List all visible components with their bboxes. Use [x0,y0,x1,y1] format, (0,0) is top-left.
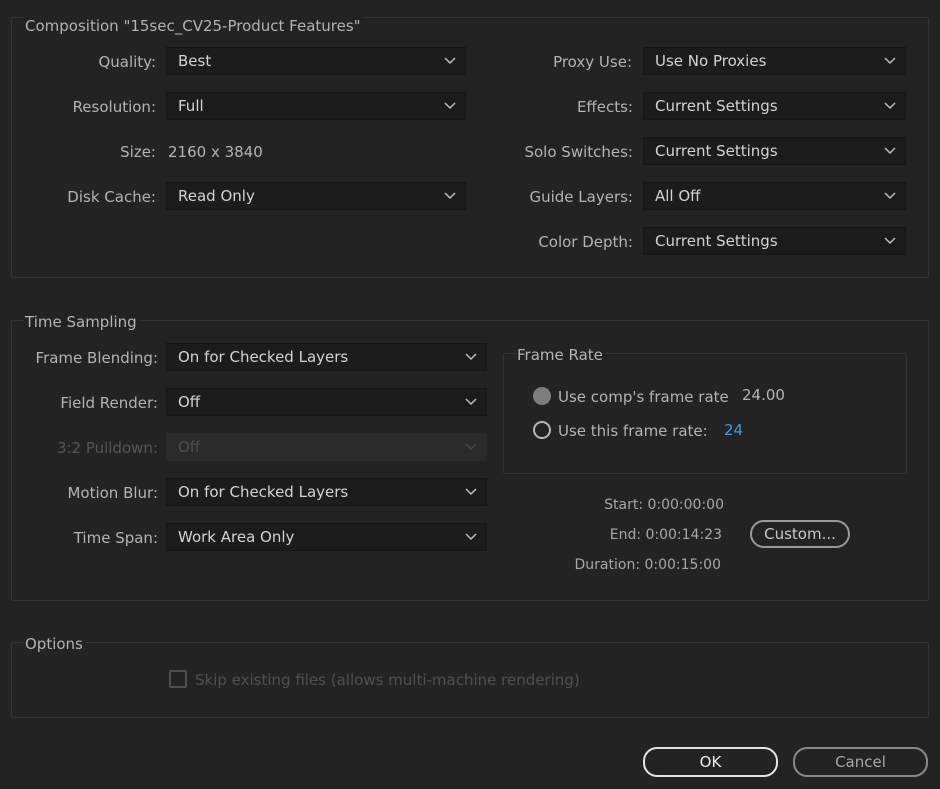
effects-value: Current Settings [655,97,778,115]
options-legend: Options [23,635,85,653]
frame-rate-legend: Frame Rate [515,346,605,364]
chevron-down-icon [444,192,456,200]
composition-legend: Composition "15sec_CV25-Product Features… [23,17,363,35]
size-label: Size: [120,143,156,161]
cancel-button-label: Cancel [835,753,886,771]
chevron-down-icon [465,398,477,406]
chevron-down-icon [884,57,896,65]
custom-button[interactable]: Custom... [750,520,850,548]
skip-existing-checkbox [169,670,187,688]
motion-blur-label: Motion Blur: [67,484,158,502]
frame-blending-label: Frame Blending: [35,349,158,367]
time-span-label: Time Span: [73,529,158,547]
end-time: End: 0:00:14:23 [609,527,722,543]
color-depth-value: Current Settings [655,232,778,250]
proxy-use-label: Proxy Use: [553,53,632,71]
chevron-down-icon [465,533,477,541]
custom-button-label: Custom... [764,525,836,543]
time-sampling-legend: Time Sampling [23,313,139,331]
ok-button-label: OK [699,753,722,771]
solo-switches-dropdown[interactable]: Current Settings [643,137,906,165]
solo-switches-value: Current Settings [655,142,778,160]
use-this-frame-rate-label[interactable]: Use this frame rate: [558,422,708,440]
time-span-dropdown[interactable]: Work Area Only [166,523,487,551]
disk-cache-dropdown[interactable]: Read Only [166,182,466,210]
disk-cache-value: Read Only [178,187,255,205]
chevron-down-icon [444,57,456,65]
use-comp-frame-rate-radio[interactable] [533,387,551,405]
chevron-down-icon [884,102,896,110]
resolution-value: Full [178,97,204,115]
pulldown-label: 3:2 Pulldown: [56,439,158,457]
proxy-use-value: Use No Proxies [655,52,767,70]
quality-label: Quality: [98,53,156,71]
chevron-down-icon [884,192,896,200]
guide-layers-label: Guide Layers: [529,188,633,206]
quality-dropdown[interactable]: Best [166,47,466,75]
chevron-down-icon [465,488,477,496]
pulldown-dropdown: Off [166,433,487,461]
chevron-down-icon [884,147,896,155]
motion-blur-dropdown[interactable]: On for Checked Layers [166,478,487,506]
chevron-down-icon [465,353,477,361]
color-depth-dropdown[interactable]: Current Settings [643,227,906,255]
skip-existing-label: Skip existing files (allows multi-machin… [195,671,580,689]
frame-rate-input[interactable]: 24 [724,421,743,439]
disk-cache-label: Disk Cache: [67,188,156,206]
field-render-value: Off [178,393,201,411]
chevron-down-icon [884,237,896,245]
use-comp-frame-rate-label[interactable]: Use comp's frame rate [558,388,729,406]
motion-blur-value: On for Checked Layers [178,483,349,501]
effects-dropdown[interactable]: Current Settings [643,92,906,120]
effects-label: Effects: [576,98,633,116]
ok-button[interactable]: OK [643,747,778,777]
comp-frame-rate-value: 24.00 [742,386,785,404]
color-depth-label: Color Depth: [538,233,633,251]
guide-layers-value: All Off [655,187,701,205]
time-span-value: Work Area Only [178,528,295,546]
cancel-button[interactable]: Cancel [793,747,928,777]
frame-rate-group [503,353,907,474]
resolution-label: Resolution: [72,98,156,116]
chevron-down-icon [444,102,456,110]
quality-value: Best [178,52,212,70]
field-render-dropdown[interactable]: Off [166,388,487,416]
start-time: Start: 0:00:00:00 [604,497,724,513]
guide-layers-dropdown[interactable]: All Off [643,182,906,210]
frame-blending-value: On for Checked Layers [178,348,349,366]
frame-blending-dropdown[interactable]: On for Checked Layers [166,343,487,371]
use-this-frame-rate-radio[interactable] [533,421,551,439]
proxy-use-dropdown[interactable]: Use No Proxies [643,47,906,75]
resolution-dropdown[interactable]: Full [166,92,466,120]
size-value: 2160 x 3840 [168,143,263,161]
pulldown-value: Off [178,438,201,456]
solo-switches-label: Solo Switches: [524,143,633,161]
chevron-down-icon [465,443,477,451]
field-render-label: Field Render: [60,394,158,412]
duration-time: Duration: 0:00:15:00 [574,557,721,573]
